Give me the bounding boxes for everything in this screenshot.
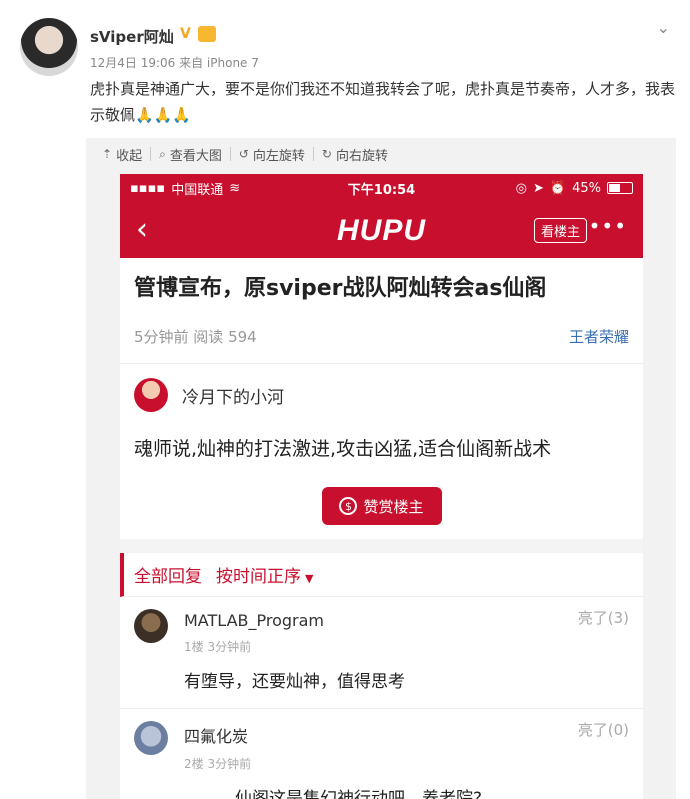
reply-item: 四氟化炭 2楼 3分钟前 。。。。。仙阁这是集幻神行动吧，养老院? 亮了(0) [120,709,643,799]
thread-category[interactable]: 王者荣耀 [569,326,629,347]
reply-sort-bar: 全部回复 按时间正序 ▼ [120,553,643,597]
all-replies-tab[interactable]: 全部回复 [134,562,202,587]
status-bar: ▪▪▪▪ 中国联通 ≋ 下午10:54 ◎ ➤ ⏰ 45% [120,174,643,202]
collapse-label: 收起 [116,148,143,164]
hupu-logo: HUPU [336,214,427,247]
status-time: 下午10:54 [347,182,416,198]
rotate-right-button[interactable]: ↻ 向右旋转 [314,147,396,164]
coin-icon: $ [339,497,358,515]
wifi-icon: ≋ [229,180,241,196]
thread-author[interactable]: 冷月下的小河 [120,364,643,426]
reply-item: MATLAB_Program 1楼 3分钟前 有堕导，还要灿神，值得思考 亮了(… [120,597,643,709]
reply-avatar[interactable] [134,609,168,643]
triangle-down-icon: ▼ [305,572,314,585]
member-crown-icon [198,26,216,42]
reply-text: 有堕导，还要灿神，值得思考 [184,672,405,692]
rotate-left-label: 向左旋转 [252,148,305,164]
battery-label: 45% [572,180,601,196]
user-avatar[interactable] [20,18,78,76]
author-name[interactable]: 冷月下的小河 [182,383,284,408]
tip-op-button[interactable]: $ 赞赏楼主 [321,487,442,525]
weibo-post-header: sViper阿灿 V 12月4日 19:06 来自 iPhone 7 ⌄ 虎扑真… [0,0,690,138]
author-avatar[interactable] [134,378,168,412]
lock-rotation-icon: ◎ [515,180,527,196]
status-right: ◎ ➤ ⏰ 45% [516,181,633,196]
rotate-left-button[interactable]: ↺ 向左旋转 [231,147,314,164]
status-left: ▪▪▪▪ 中国联通 ≋ [130,179,240,198]
phone-screenshot: ▪▪▪▪ 中国联通 ≋ 下午10:54 ◎ ➤ ⏰ 45% ‹ HUPU 看楼主… [120,174,643,799]
image-viewer: ⇡ 收起 ⌕ 查看大图 ↺ 向左旋转 ↻ 向右旋转 ▪▪▪▪ 中国联通 ≋ 下午… [86,138,676,799]
post-username[interactable]: sViper阿灿 [90,26,174,47]
reply-avatar[interactable] [134,721,168,755]
chevron-down-icon[interactable]: ⌄ [657,18,670,37]
signal-icon: ▪▪▪▪ [130,180,166,196]
collapse-button[interactable]: ⇡ 收起 [94,147,152,164]
light-up-button[interactable]: 亮了(0) [578,719,629,740]
pray-emoji: 🙏🙏🙏 [135,106,192,124]
view-large-label: 查看大图 [169,148,222,164]
reply-text: 。。。。。仙阁这是集幻神行动吧，养老院? [184,789,483,799]
image-toolbar: ⇡ 收起 ⌕ 查看大图 ↺ 向左旋转 ↻ 向右旋转 [86,138,676,170]
back-chevron-icon[interactable]: ‹ [136,212,148,247]
post-meta: 12月4日 19:06 来自 iPhone 7 [90,56,259,70]
light-up-button[interactable]: 亮了(3) [578,607,629,628]
view-large-button[interactable]: ⌕ 查看大图 [151,146,231,164]
collapse-icon: ⇡ [102,147,113,161]
hupu-navbar: ‹ HUPU 看楼主 ••• [120,202,643,258]
magnifier-icon: ⌕ [159,146,166,161]
battery-icon [607,182,633,194]
sort-order-label: 按时间正序 [216,567,301,587]
reply-meta: 1楼 3分钟前 [184,640,252,654]
view-op-button[interactable]: 看楼主 [533,218,587,243]
rotate-right-icon: ↻ [321,147,332,161]
section-gap [120,539,643,553]
more-icon[interactable]: ••• [589,214,627,238]
tip-op-label: 赞赏楼主 [363,497,424,516]
reply-author[interactable]: MATLAB_Program [184,611,629,630]
reply-meta: 2楼 3分钟前 [184,757,252,771]
alarm-icon: ⏰ [549,180,567,196]
rotate-left-icon: ↺ [238,147,249,161]
thread-time-read: 5分钟前 阅读 594 [134,328,257,346]
reply-author[interactable]: 四氟化炭 [184,723,629,747]
thread-title: 管博宣布，原sviper战队阿灿转会as仙阁 [134,276,547,301]
thread-stats: 5分钟前 阅读 594 王者荣耀 [120,312,643,347]
thread-body: 魂师说,灿神的打法激进,攻击凶猛,适合仙阁新战术 [134,438,552,460]
location-icon: ➤ [533,180,544,196]
sort-order-dropdown[interactable]: 按时间正序 ▼ [216,562,313,587]
post-content: 虎扑真是神通广大，要不是你们我还不知道我转会了呢，虎扑真是节奏帝，人才多，我表示… [90,76,680,128]
verified-badge-icon: V [180,26,191,42]
carrier-label: 中国联通 [171,182,224,198]
rotate-right-label: 向右旋转 [335,148,388,164]
